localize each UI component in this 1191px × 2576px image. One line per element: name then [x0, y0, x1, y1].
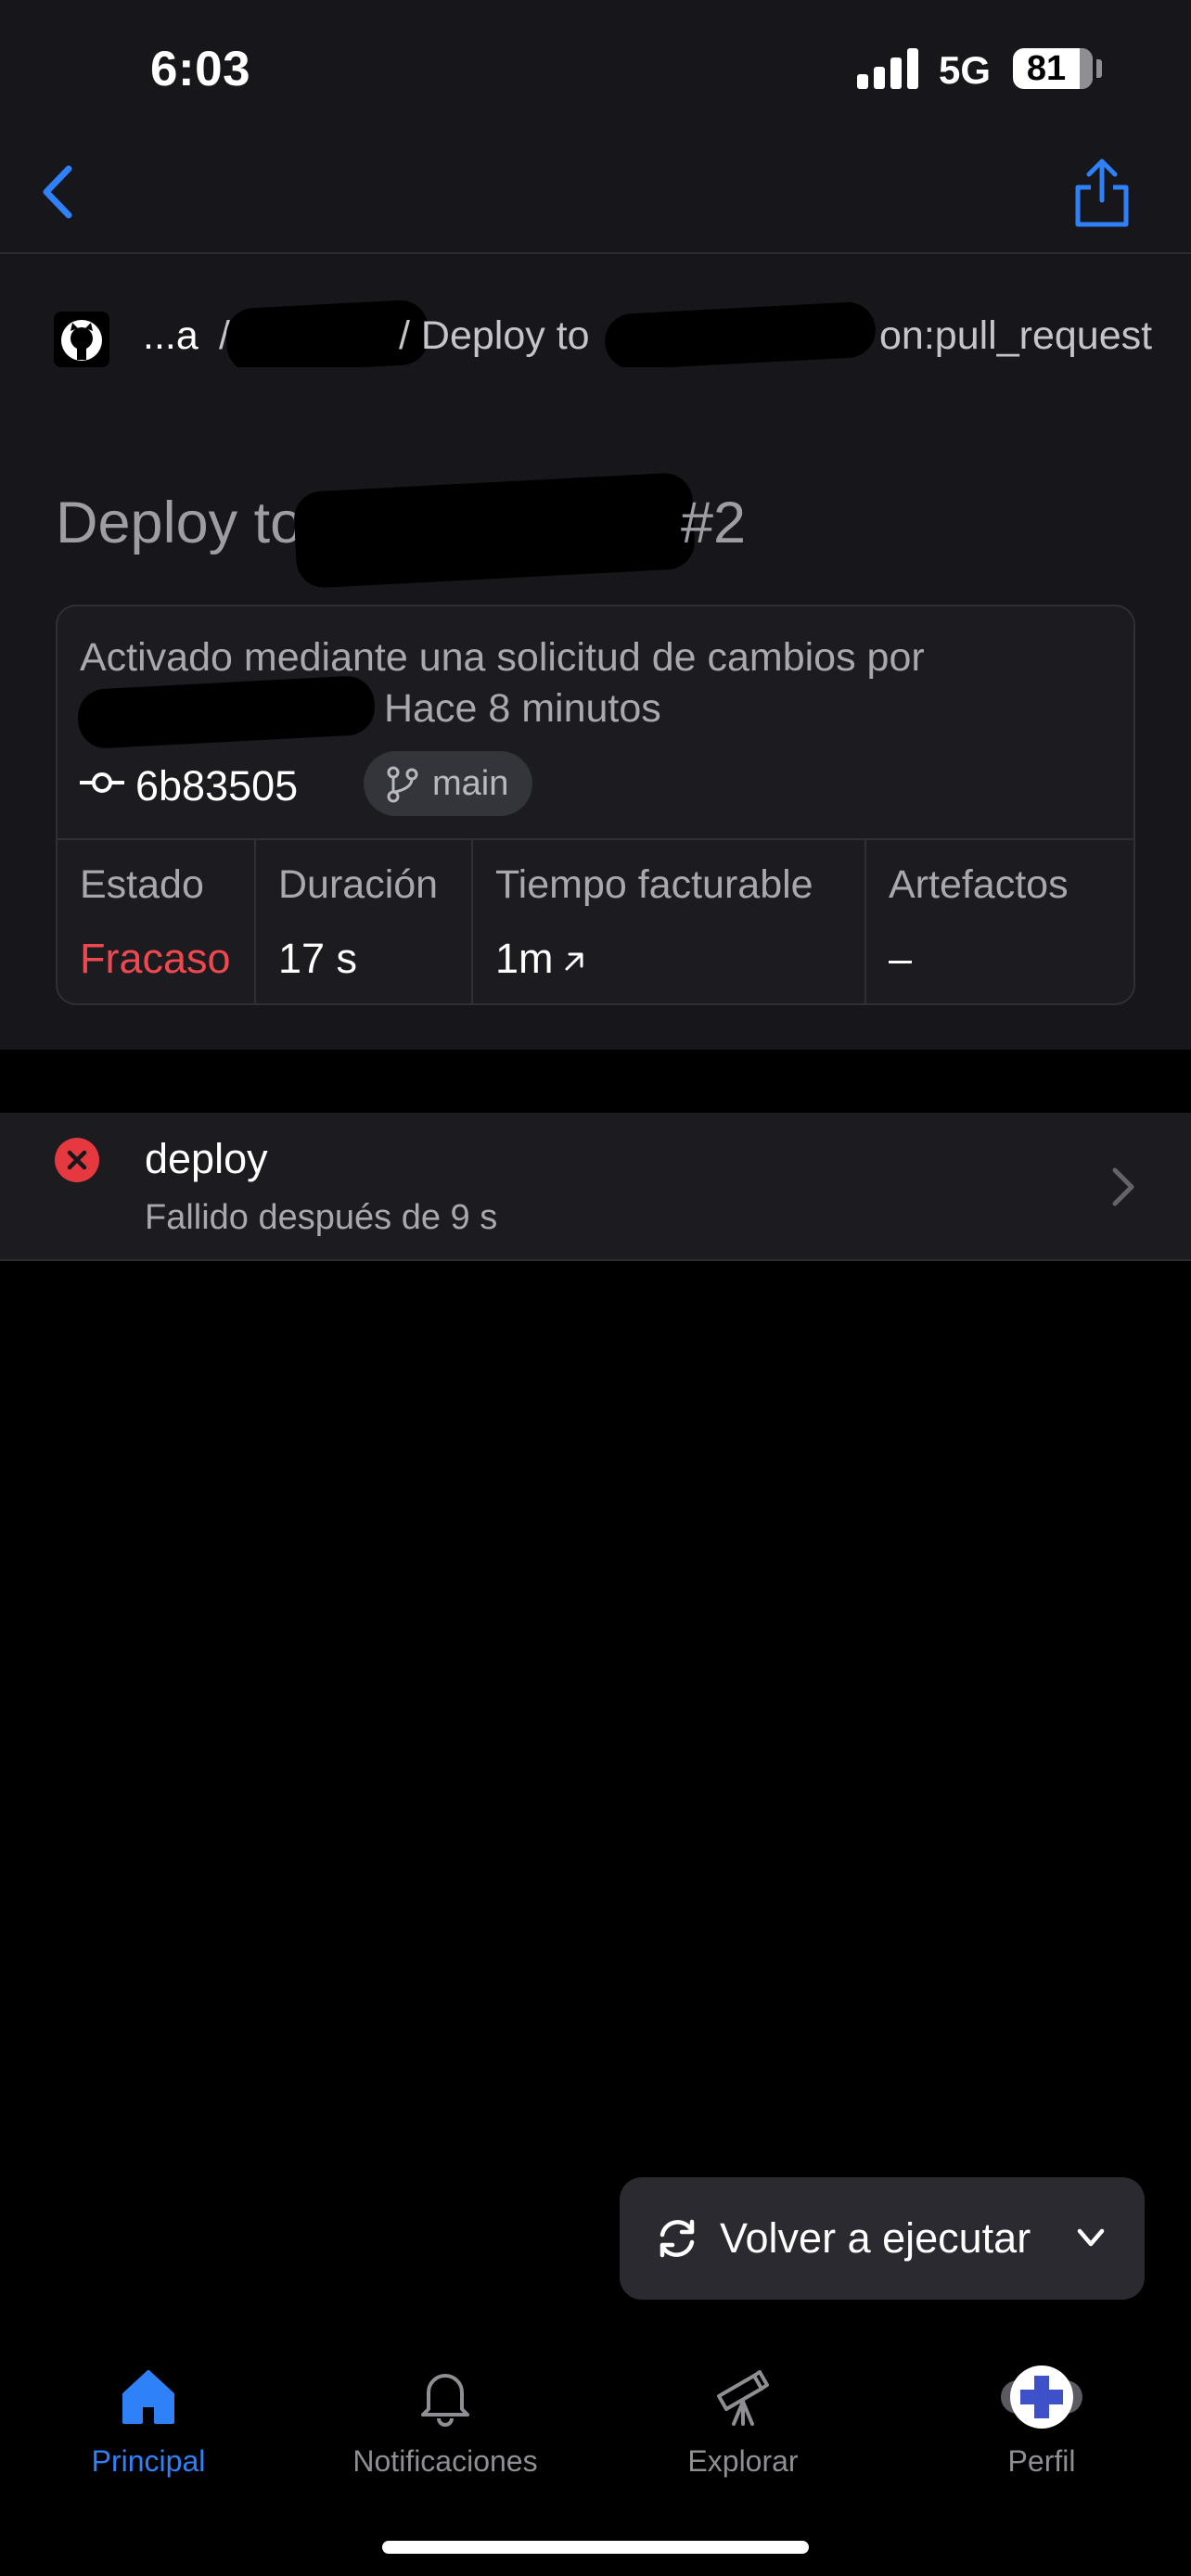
- bell-icon: [421, 2374, 469, 2427]
- job-name: deploy: [145, 1135, 268, 1182]
- tab-notificaciones[interactable]: Notificaciones: [315, 2365, 575, 2504]
- stat-label: Tiempo facturable: [495, 862, 813, 907]
- stat-billable-time[interactable]: Tiempo facturable 1m: [473, 840, 866, 1003]
- branch-name: main: [432, 764, 509, 803]
- redaction-mark: [292, 471, 697, 590]
- tab-label: Notificaciones: [352, 2444, 538, 2478]
- run-summary-card: Activado mediante una solicitud de cambi…: [56, 605, 1135, 1005]
- back-chevron-icon[interactable]: [28, 159, 93, 224]
- telescope-icon: [717, 2370, 769, 2426]
- rerun-label: Volver a ejecutar: [720, 2214, 1031, 2262]
- run-title: Deploy to: [56, 491, 303, 555]
- avatar: [1001, 2366, 1082, 2429]
- breadcrumb: ...a / / Deploy to on:pull_request: [0, 297, 1191, 367]
- stat-label: Artefactos: [889, 862, 1069, 907]
- tab-perfil[interactable]: Perfil: [912, 2365, 1172, 2504]
- trigger-description: Activado mediante una solicitud de cambi…: [80, 635, 925, 680]
- screen: 6:03 5G 81 ...a / / Deploy to on:pull_re…: [0, 0, 1191, 2576]
- stat-duration: Duración 17 s: [256, 840, 473, 1003]
- git-commit-icon: [80, 772, 124, 793]
- redaction-mark: [603, 300, 877, 367]
- tab-bar: Principal Notificaciones Explorar Perfil: [0, 2327, 1191, 2576]
- tab-explorar[interactable]: Explorar: [613, 2365, 873, 2504]
- status-bar: 6:03 5G 81: [0, 0, 1191, 139]
- breadcrumb-owner[interactable]: ...a: [143, 313, 198, 359]
- tab-label: Principal: [91, 2444, 206, 2478]
- stat-value-artifacts: –: [889, 935, 913, 982]
- signal-icon: [857, 48, 920, 89]
- home-indicator: [382, 2541, 809, 2554]
- breadcrumb-event: on:pull_request: [879, 313, 1153, 358]
- run-time-ago: Hace 8 minutos: [384, 686, 661, 731]
- stat-status: Estado Fracaso: [58, 840, 256, 1003]
- run-details-panel: 6:03 5G 81 ...a / / Deploy to on:pull_re…: [0, 0, 1191, 1050]
- stat-artifacts: Artefactos –: [866, 840, 1133, 1003]
- breadcrumb-workflow[interactable]: / Deploy to: [399, 313, 590, 359]
- rerun-button[interactable]: Volver a ejecutar: [620, 2177, 1145, 2300]
- job-subtitle: Fallido después de 9 s: [145, 1198, 498, 1237]
- home-icon: [122, 2370, 174, 2424]
- github-logo-icon: [54, 312, 109, 367]
- stat-value-status: Fracaso: [80, 935, 231, 982]
- network-type: 5G: [939, 48, 992, 92]
- run-stats: Estado Fracaso Duración 17 s Tiempo fact…: [58, 838, 1133, 1003]
- x-circle-icon: [55, 1138, 99, 1182]
- navigation-bar: [0, 139, 1191, 254]
- share-icon[interactable]: [1067, 156, 1137, 230]
- stat-value-billable: 1m: [495, 935, 587, 983]
- sync-icon: [660, 2219, 695, 2258]
- billable-value: 1m: [495, 935, 554, 982]
- tab-principal[interactable]: Principal: [19, 2365, 278, 2504]
- run-number: #2: [681, 491, 747, 555]
- git-branch-icon: [387, 766, 418, 803]
- stat-label: Duración: [278, 862, 439, 907]
- battery-icon: 81: [1013, 48, 1093, 89]
- job-row-deploy[interactable]: deploy Fallido después de 9 s: [0, 1113, 1191, 1261]
- branch-pill[interactable]: main: [364, 751, 533, 816]
- stat-value-duration: 17 s: [278, 935, 358, 982]
- status-time: 6:03: [150, 42, 251, 96]
- battery-level: 81: [1026, 49, 1067, 88]
- stat-label: Estado: [80, 862, 204, 907]
- chevron-down-icon[interactable]: [1072, 2222, 1109, 2255]
- tab-label: Perfil: [1007, 2444, 1076, 2478]
- arrow-up-right-icon: [565, 952, 583, 971]
- commit-sha[interactable]: 6b83505: [135, 762, 298, 810]
- chevron-right-icon: [1112, 1167, 1134, 1206]
- tab-label: Explorar: [687, 2444, 799, 2478]
